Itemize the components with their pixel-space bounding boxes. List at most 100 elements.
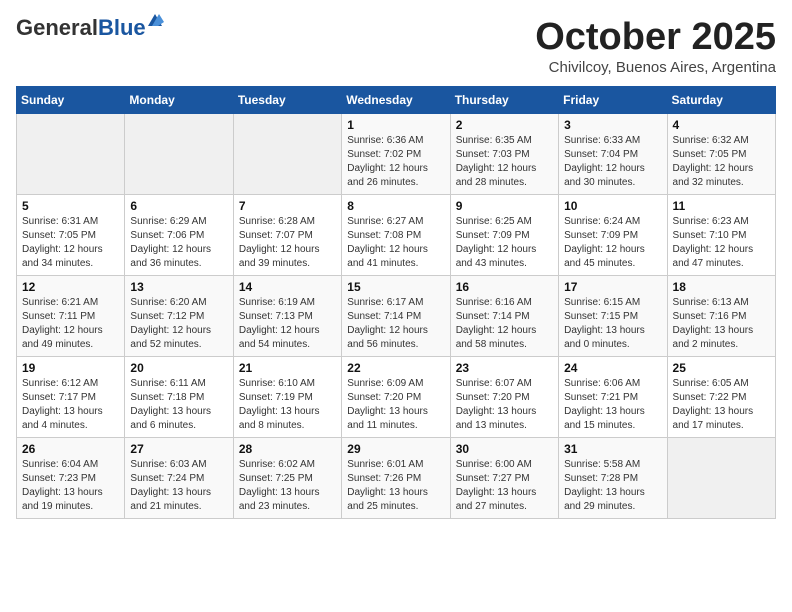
day-info: Sunrise: 5:58 AM Sunset: 7:28 PM Dayligh… xyxy=(564,458,661,514)
header-saturday: Saturday xyxy=(667,87,775,114)
calendar-cell: 27Sunrise: 6:03 AM Sunset: 7:24 PM Dayli… xyxy=(125,438,233,519)
day-number: 7 xyxy=(239,199,336,213)
day-info: Sunrise: 6:29 AM Sunset: 7:06 PM Dayligh… xyxy=(130,215,227,271)
day-number: 11 xyxy=(673,199,770,213)
day-number: 16 xyxy=(456,280,553,294)
day-info: Sunrise: 6:01 AM Sunset: 7:26 PM Dayligh… xyxy=(347,458,444,514)
day-number: 25 xyxy=(673,361,770,375)
day-info: Sunrise: 6:02 AM Sunset: 7:25 PM Dayligh… xyxy=(239,458,336,514)
calendar-cell: 18Sunrise: 6:13 AM Sunset: 7:16 PM Dayli… xyxy=(667,276,775,357)
day-number: 20 xyxy=(130,361,227,375)
calendar-table: SundayMondayTuesdayWednesdayThursdayFrid… xyxy=(16,86,776,519)
day-info: Sunrise: 6:33 AM Sunset: 7:04 PM Dayligh… xyxy=(564,134,661,190)
page-header: GeneralBlue October 2025 Chivilcoy, Buen… xyxy=(16,16,776,76)
day-info: Sunrise: 6:15 AM Sunset: 7:15 PM Dayligh… xyxy=(564,296,661,352)
day-number: 22 xyxy=(347,361,444,375)
calendar-week-row: 26 Sunrise: 6:04 AM Sunset: 7:23 PM Dayli… xyxy=(17,438,776,519)
day-info: Sunrise: 6:32 AM Sunset: 7:05 PM Dayligh… xyxy=(673,134,770,190)
day-number: 31 xyxy=(564,442,661,456)
calendar-cell: 26 Sunrise: 6:04 AM Sunset: 7:23 PM Dayli… xyxy=(17,438,125,519)
day-number: 24 xyxy=(564,361,661,375)
day-info: Sunrise: 6:10 AM Sunset: 7:19 PM Dayligh… xyxy=(239,377,336,433)
day-info: Sunrise: 6:13 AM Sunset: 7:16 PM Dayligh… xyxy=(673,296,770,352)
day-info: Sunrise: 6:20 AM Sunset: 7:12 PM Dayligh… xyxy=(130,296,227,352)
calendar-cell: 12Sunrise: 6:21 AM Sunset: 7:11 PM Dayli… xyxy=(17,276,125,357)
day-number: 10 xyxy=(564,199,661,213)
header-monday: Monday xyxy=(125,87,233,114)
day-info: Sunrise: 6:09 AM Sunset: 7:20 PM Dayligh… xyxy=(347,377,444,433)
day-number: 13 xyxy=(130,280,227,294)
day-number: 2 xyxy=(456,118,553,132)
calendar-cell: 20 Sunrise: 6:11 AM Sunset: 7:18 PM Dayli… xyxy=(125,357,233,438)
day-info: Sunrise: 6:06 AM Sunset: 7:21 PM Dayligh… xyxy=(564,377,661,433)
day-info: Sunrise: 6:28 AM Sunset: 7:07 PM Dayligh… xyxy=(239,215,336,271)
calendar-cell: 10Sunrise: 6:24 AM Sunset: 7:09 PM Dayli… xyxy=(559,195,667,276)
day-info: Sunrise: 6:17 AM Sunset: 7:14 PM Dayligh… xyxy=(347,296,444,352)
day-info: Sunrise: 6:21 AM Sunset: 7:11 PM Dayligh… xyxy=(22,296,119,352)
calendar-cell xyxy=(125,114,233,195)
day-info: Sunrise: 6:11 AM Sunset: 7:18 PM Dayligh… xyxy=(130,377,227,433)
calendar-cell: 17Sunrise: 6:15 AM Sunset: 7:15 PM Dayli… xyxy=(559,276,667,357)
calendar-cell: 21 Sunrise: 6:10 AM Sunset: 7:19 PM Dayli… xyxy=(233,357,341,438)
calendar-week-row: 19Sunrise: 6:12 AM Sunset: 7:17 PM Dayli… xyxy=(17,357,776,438)
day-number: 29 xyxy=(347,442,444,456)
calendar-week-row: 12Sunrise: 6:21 AM Sunset: 7:11 PM Dayli… xyxy=(17,276,776,357)
header-friday: Friday xyxy=(559,87,667,114)
calendar-cell: 9 Sunrise: 6:25 AM Sunset: 7:09 PM Daylig… xyxy=(450,195,558,276)
calendar-header-row: SundayMondayTuesdayWednesdayThursdayFrid… xyxy=(17,87,776,114)
calendar-cell: 5Sunrise: 6:31 AM Sunset: 7:05 PM Daylig… xyxy=(17,195,125,276)
day-number: 28 xyxy=(239,442,336,456)
calendar-cell: 3 Sunrise: 6:33 AM Sunset: 7:04 PM Daylig… xyxy=(559,114,667,195)
logo-blue-text: Blue xyxy=(98,15,146,40)
day-number: 15 xyxy=(347,280,444,294)
calendar-cell: 22 Sunrise: 6:09 AM Sunset: 7:20 PM Dayli… xyxy=(342,357,450,438)
day-number: 3 xyxy=(564,118,661,132)
calendar-cell: 14 Sunrise: 6:19 AM Sunset: 7:13 PM Dayli… xyxy=(233,276,341,357)
title-area: October 2025 Chivilcoy, Buenos Aires, Ar… xyxy=(535,16,776,76)
calendar-cell xyxy=(17,114,125,195)
day-number: 6 xyxy=(130,199,227,213)
calendar-week-row: 5Sunrise: 6:31 AM Sunset: 7:05 PM Daylig… xyxy=(17,195,776,276)
header-sunday: Sunday xyxy=(17,87,125,114)
day-info: Sunrise: 6:07 AM Sunset: 7:20 PM Dayligh… xyxy=(456,377,553,433)
day-info: Sunrise: 6:05 AM Sunset: 7:22 PM Dayligh… xyxy=(673,377,770,433)
calendar-cell: 30Sunrise: 6:00 AM Sunset: 7:27 PM Dayli… xyxy=(450,438,558,519)
day-number: 30 xyxy=(456,442,553,456)
header-tuesday: Tuesday xyxy=(233,87,341,114)
day-info: Sunrise: 6:23 AM Sunset: 7:10 PM Dayligh… xyxy=(673,215,770,271)
calendar-cell: 23Sunrise: 6:07 AM Sunset: 7:20 PM Dayli… xyxy=(450,357,558,438)
day-number: 4 xyxy=(673,118,770,132)
logo-general-text: General xyxy=(16,15,98,40)
calendar-cell: 19Sunrise: 6:12 AM Sunset: 7:17 PM Dayli… xyxy=(17,357,125,438)
location-title: Chivilcoy, Buenos Aires, Argentina xyxy=(535,59,776,76)
day-number: 21 xyxy=(239,361,336,375)
header-wednesday: Wednesday xyxy=(342,87,450,114)
day-info: Sunrise: 6:27 AM Sunset: 7:08 PM Dayligh… xyxy=(347,215,444,271)
calendar-cell: 13 Sunrise: 6:20 AM Sunset: 7:12 PM Dayli… xyxy=(125,276,233,357)
calendar-cell: 2 Sunrise: 6:35 AM Sunset: 7:03 PM Daylig… xyxy=(450,114,558,195)
calendar-cell: 29 Sunrise: 6:01 AM Sunset: 7:26 PM Dayli… xyxy=(342,438,450,519)
calendar-cell: 16Sunrise: 6:16 AM Sunset: 7:14 PM Dayli… xyxy=(450,276,558,357)
day-info: Sunrise: 6:19 AM Sunset: 7:13 PM Dayligh… xyxy=(239,296,336,352)
month-title: October 2025 xyxy=(535,16,776,59)
day-info: Sunrise: 6:25 AM Sunset: 7:09 PM Dayligh… xyxy=(456,215,553,271)
day-info: Sunrise: 6:04 AM Sunset: 7:23 PM Dayligh… xyxy=(22,458,119,514)
day-info: Sunrise: 6:03 AM Sunset: 7:24 PM Dayligh… xyxy=(130,458,227,514)
day-info: Sunrise: 6:36 AM Sunset: 7:02 PM Dayligh… xyxy=(347,134,444,190)
calendar-cell xyxy=(667,438,775,519)
day-number: 9 xyxy=(456,199,553,213)
calendar-week-row: 1Sunrise: 6:36 AM Sunset: 7:02 PM Daylig… xyxy=(17,114,776,195)
calendar-cell: 4 Sunrise: 6:32 AM Sunset: 7:05 PM Daylig… xyxy=(667,114,775,195)
calendar-cell: 7 Sunrise: 6:28 AM Sunset: 7:07 PM Daylig… xyxy=(233,195,341,276)
calendar-cell: 1Sunrise: 6:36 AM Sunset: 7:02 PM Daylig… xyxy=(342,114,450,195)
header-thursday: Thursday xyxy=(450,87,558,114)
logo: GeneralBlue xyxy=(16,16,146,40)
day-number: 19 xyxy=(22,361,119,375)
calendar-cell xyxy=(233,114,341,195)
day-number: 14 xyxy=(239,280,336,294)
calendar-cell: 15 Sunrise: 6:17 AM Sunset: 7:14 PM Dayli… xyxy=(342,276,450,357)
day-number: 26 xyxy=(22,442,119,456)
calendar-cell: 31 Sunrise: 5:58 AM Sunset: 7:28 PM Dayli… xyxy=(559,438,667,519)
calendar-cell: 25 Sunrise: 6:05 AM Sunset: 7:22 PM Dayli… xyxy=(667,357,775,438)
day-info: Sunrise: 6:35 AM Sunset: 7:03 PM Dayligh… xyxy=(456,134,553,190)
